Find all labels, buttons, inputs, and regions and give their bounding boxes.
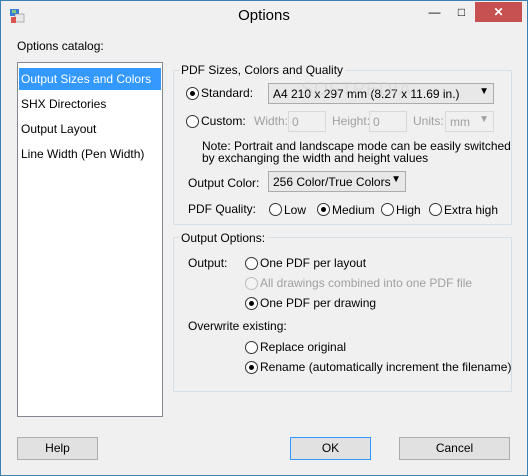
portrait-note-line2: by exchanging the width and height value… xyxy=(202,151,429,165)
output-options-group-label: Output Options: xyxy=(179,231,268,245)
chevron-down-icon: ▼ xyxy=(479,86,489,97)
quality-high-radio[interactable] xyxy=(381,203,394,216)
output-combined-radio[interactable] xyxy=(245,277,258,290)
width-label: Width: xyxy=(254,114,289,128)
width-value: 0 xyxy=(292,115,299,129)
output-per-drawing-label: One PDF per drawing xyxy=(260,296,377,310)
units-label: Units: xyxy=(413,114,444,128)
custom-radio[interactable] xyxy=(186,115,199,128)
catalog-item-output-sizes[interactable]: Output Sizes and Colors xyxy=(19,68,161,90)
output-combined-label: All drawings combined into one PDF file xyxy=(260,276,473,290)
close-icon[interactable]: ✕ xyxy=(475,2,522,22)
output-per-layout-label: One PDF per layout xyxy=(260,256,367,270)
catalog-item-output-layout[interactable]: Output Layout xyxy=(19,118,161,140)
catalog-item-line-width[interactable]: Line Width (Pen Width) xyxy=(19,143,161,165)
output-label: Output: xyxy=(188,256,228,270)
quality-high-label: High xyxy=(396,203,421,217)
options-dialog: Options — □ ✕ Options catalog: Output Si… xyxy=(0,0,528,476)
chevron-down-icon: ▼ xyxy=(391,174,401,185)
quality-extra-high-radio[interactable] xyxy=(429,203,442,216)
softpedia-watermark: SOFTPEDIA xyxy=(301,79,413,99)
maximize-icon[interactable]: □ xyxy=(448,2,475,22)
standard-label: Standard: xyxy=(201,86,254,100)
height-label: Height: xyxy=(332,114,371,128)
overwrite-label: Overwrite existing: xyxy=(188,319,287,333)
output-per-layout-radio[interactable] xyxy=(245,257,258,270)
pdf-sizes-group-label: PDF Sizes, Colors and Quality xyxy=(179,63,346,77)
output-per-drawing-radio[interactable] xyxy=(245,297,258,310)
height-value: 0 xyxy=(373,115,380,129)
replace-original-radio[interactable] xyxy=(245,341,258,354)
units-value: mm xyxy=(450,115,470,129)
quality-low-label: Low xyxy=(284,203,307,217)
quality-extra-high-label: Extra high xyxy=(444,203,499,217)
output-color-label: Output Color: xyxy=(188,176,260,190)
standard-radio[interactable] xyxy=(186,87,199,100)
rename-radio[interactable] xyxy=(245,361,258,374)
width-input[interactable]: 0 xyxy=(288,111,326,132)
catalog-label: Options catalog: xyxy=(17,39,104,53)
quality-medium-label: Medium xyxy=(332,203,375,217)
pdf-quality-label: PDF Quality: xyxy=(188,202,257,216)
quality-medium-radio[interactable] xyxy=(317,203,330,216)
cancel-button[interactable]: Cancel xyxy=(399,437,510,460)
minimize-icon[interactable]: — xyxy=(421,2,448,22)
height-input[interactable]: 0 xyxy=(369,111,407,132)
chevron-down-icon: ▼ xyxy=(479,114,489,125)
quality-low-radio[interactable] xyxy=(269,203,282,216)
rename-label: Rename (automatically increment the file… xyxy=(260,360,512,374)
options-catalog-list: Output Sizes and Colors SHX Directories … xyxy=(17,62,163,417)
output-color-value: 256 Color/True Colors xyxy=(273,175,391,189)
ok-button[interactable]: OK xyxy=(290,437,371,460)
title-bar: Options — □ ✕ xyxy=(1,1,527,32)
units-select[interactable]: mm ▼ xyxy=(445,111,494,132)
output-color-select[interactable]: 256 Color/True Colors ▼ xyxy=(268,171,406,192)
help-button[interactable]: Help xyxy=(17,437,98,460)
custom-label: Custom: xyxy=(201,114,246,128)
catalog-item-shx-directories[interactable]: SHX Directories xyxy=(19,93,161,115)
replace-original-label: Replace original xyxy=(260,340,347,354)
